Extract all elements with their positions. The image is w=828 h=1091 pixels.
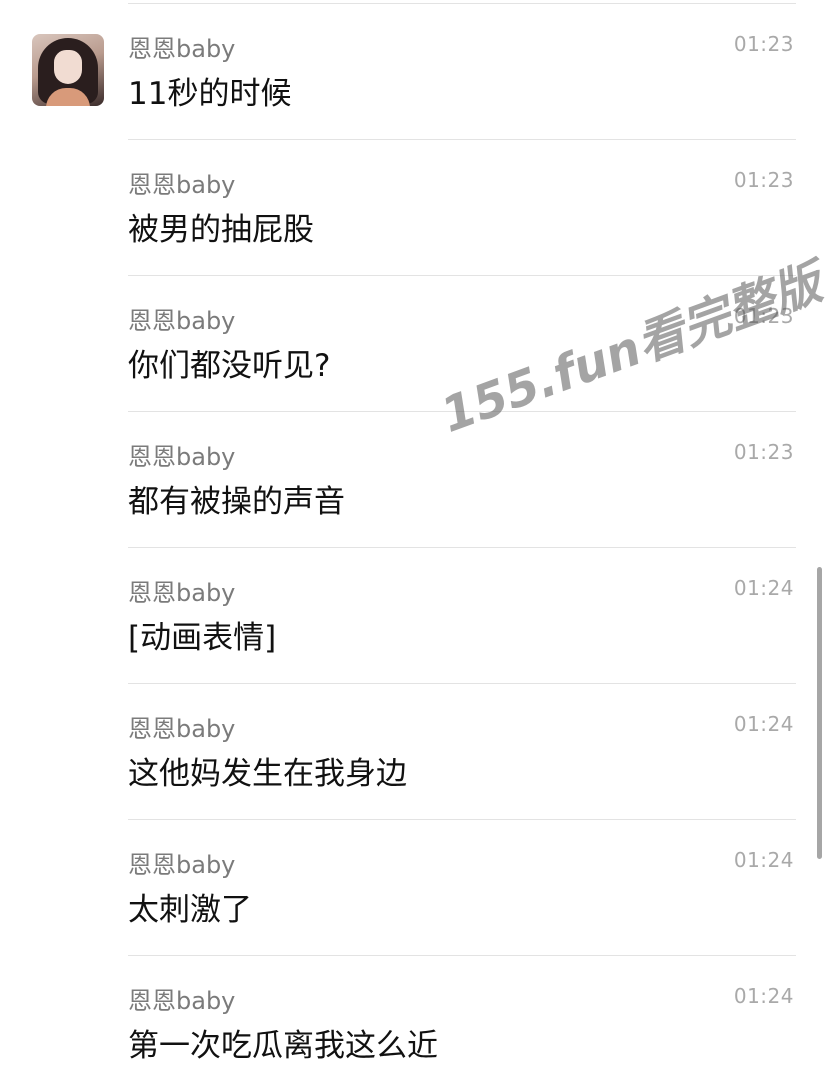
sender-name: 恩恩baby	[128, 987, 236, 1015]
sender-name: 恩恩baby	[128, 715, 236, 743]
message-time: 01:23	[733, 168, 794, 192]
message-text[interactable]: 被男的抽屁股	[128, 210, 314, 250]
message-item[interactable]: 恩恩baby 01:23 你们都没听见?	[128, 276, 796, 412]
message-time: 01:24	[733, 712, 794, 736]
scrollbar[interactable]	[817, 567, 822, 859]
sender-name: 恩恩baby	[128, 307, 236, 335]
message-time: 01:23	[733, 304, 794, 328]
message-text[interactable]: 你们都没听见?	[128, 346, 330, 386]
message-time: 01:23	[733, 32, 794, 56]
message-item[interactable]: 恩恩baby 01:24 [动画表情]	[128, 548, 796, 684]
message-item[interactable]: 恩恩baby 01:23 被男的抽屁股	[128, 140, 796, 276]
message-text[interactable]: 第一次吃瓜离我这么近	[128, 1026, 438, 1066]
chat-message-list[interactable]: 恩恩baby 01:23 11秒的时候 恩恩baby 01:23 被男的抽屁股 …	[0, 4, 828, 1091]
message-time: 01:23	[733, 440, 794, 464]
message-item[interactable]: 恩恩baby 01:23 11秒的时候	[32, 4, 796, 140]
sender-name: 恩恩baby	[128, 579, 236, 607]
sender-name: 恩恩baby	[128, 443, 236, 471]
message-text[interactable]: [动画表情]	[128, 618, 276, 658]
sender-name: 恩恩baby	[128, 851, 236, 879]
message-text[interactable]: 太刺激了	[128, 890, 252, 930]
message-text[interactable]: 这他妈发生在我身边	[128, 754, 407, 794]
message-time: 01:24	[733, 576, 794, 600]
message-text[interactable]: 都有被操的声音	[128, 482, 345, 522]
message-time: 01:24	[733, 984, 794, 1008]
sender-name: 恩恩baby	[128, 35, 236, 63]
sender-name: 恩恩baby	[128, 171, 236, 199]
message-item[interactable]: 恩恩baby 01:23 都有被操的声音	[128, 412, 796, 548]
message-text[interactable]: 11秒的时候	[128, 74, 291, 114]
message-item[interactable]: 恩恩baby 01:24 这他妈发生在我身边	[128, 684, 796, 820]
message-item[interactable]: 恩恩baby 01:24 太刺激了	[128, 820, 796, 956]
avatar-face-shape	[54, 50, 82, 84]
message-time: 01:24	[733, 848, 794, 872]
avatar[interactable]	[32, 34, 104, 106]
message-item[interactable]: 恩恩baby 01:24 第一次吃瓜离我这么近	[128, 956, 796, 1091]
